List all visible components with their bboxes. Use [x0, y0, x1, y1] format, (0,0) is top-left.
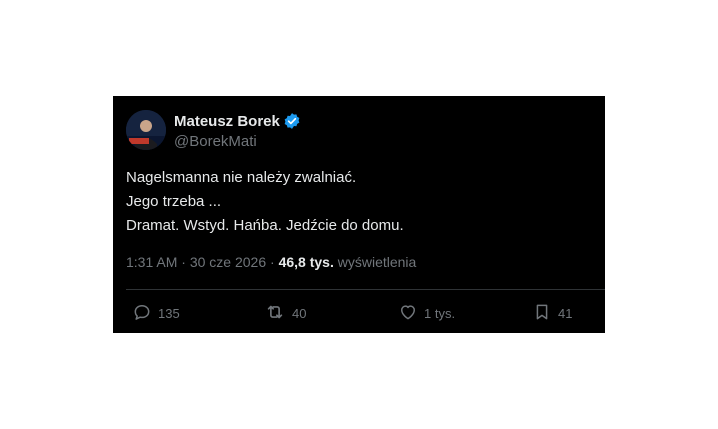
tweet-time[interactable]: 1:31 AM	[126, 254, 177, 270]
views-count: 46,8 tys.	[278, 254, 334, 270]
like-count: 1 tys.	[424, 305, 456, 321]
author-name[interactable]: Mateusz Borek	[174, 113, 280, 130]
views-label: wyświetlenia	[337, 254, 417, 270]
bookmark-icon	[532, 302, 552, 325]
reply-count: 135	[158, 305, 180, 321]
reply-button[interactable]: 135	[132, 301, 180, 325]
tweet-line: Nagelsmanna nie należy zwalniać.	[126, 169, 357, 186]
author-handle[interactable]: @BorekMati	[174, 133, 257, 150]
bookmark-button[interactable]: 41	[532, 301, 572, 325]
retweet-icon	[264, 301, 286, 326]
tweet-text: Nagelsmanna nie należy zwalniać. Jego tr…	[126, 166, 596, 238]
heart-icon	[398, 302, 418, 325]
tweet-meta: 1:31 AM · 30 cze 2026 · 46,8 tys. wyświe…	[126, 254, 416, 270]
reply-icon	[132, 302, 152, 325]
tweet-line: Jego trzeba ...	[126, 193, 222, 210]
tweet-card: Mateusz Borek @BorekMati Nagelsmanna nie…	[113, 96, 605, 333]
tweet-date[interactable]: 30 cze 2026	[190, 254, 266, 270]
author-row: Mateusz Borek	[174, 111, 301, 131]
meta-separator: ·	[270, 254, 275, 270]
action-bar: 135 40 1 tys. 41	[126, 301, 592, 325]
verified-badge-icon	[283, 112, 301, 130]
meta-separator: ·	[181, 254, 186, 270]
retweet-count: 40	[292, 305, 307, 321]
bookmark-count: 41	[558, 305, 573, 321]
like-button[interactable]: 1 tys.	[398, 301, 455, 325]
tweet-line: Dramat. Wstyd. Hańba. Jedźcie do domu.	[126, 217, 404, 234]
avatar[interactable]	[126, 110, 166, 150]
divider	[126, 289, 605, 290]
retweet-button[interactable]: 40	[264, 301, 306, 325]
